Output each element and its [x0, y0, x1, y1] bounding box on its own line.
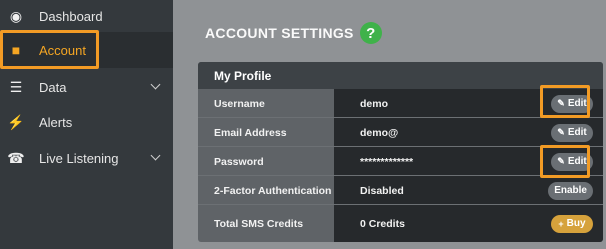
edit-email-button[interactable]: ✎ Edit	[551, 123, 593, 142]
sidebar-item-account[interactable]: ■ Account	[0, 32, 173, 68]
username-label: Username	[214, 97, 265, 110]
main-content: ACCOUNT SETTINGS ? My Profile Username d…	[173, 0, 606, 249]
bolt-icon: ⚡	[7, 113, 25, 130]
sidebar-item-label: Account	[39, 42, 86, 58]
email-row: Email Address demo@ ✎ Edit	[198, 118, 603, 147]
button-label: Edit	[567, 127, 587, 138]
button-label: Edit	[567, 98, 587, 109]
button-label: Edit	[567, 156, 587, 167]
phone-gear-icon: ☎	[7, 149, 25, 166]
page-title: ACCOUNT SETTINGS	[205, 25, 354, 41]
enable-two-factor-button[interactable]: Enable	[548, 181, 593, 200]
edit-username-button[interactable]: ✎ Edit	[551, 94, 593, 113]
help-icon[interactable]: ?	[359, 22, 382, 44]
sidebar-item-label: Live Listening	[39, 150, 119, 166]
title-row: ACCOUNT SETTINGS ?	[205, 22, 382, 44]
email-label: Email Address	[214, 126, 287, 139]
plus-icon: +	[558, 218, 564, 229]
password-row: Password ************* ✎ Edit	[198, 147, 603, 176]
sidebar-item-alerts[interactable]: ⚡ Alerts	[0, 104, 173, 140]
sidebar-item-live-listening[interactable]: ☎ Live Listening	[0, 140, 173, 176]
edit-icon: ✎	[557, 127, 565, 137]
chevron-down-icon	[150, 150, 161, 161]
chevron-down-icon	[150, 79, 161, 90]
sidebar-item-data[interactable]: ☰ Data	[0, 69, 173, 105]
password-label: Password	[214, 155, 264, 168]
profile-panel: My Profile Username demo ✎ Edit Email Add…	[198, 62, 603, 242]
button-label: Buy	[566, 218, 586, 229]
user-icon: ■	[11, 42, 21, 58]
sidebar-item-label: Data	[39, 79, 67, 95]
username-row: Username demo ✎ Edit	[198, 89, 603, 118]
buy-credits-button[interactable]: + Buy	[551, 214, 593, 233]
database-icon: ☰	[9, 78, 23, 95]
edit-icon: ✎	[557, 156, 565, 166]
two-factor-row: 2-Factor Authentication Disabled Enable	[198, 176, 603, 205]
dashboard-icon: ◉	[9, 7, 23, 24]
edit-icon: ✎	[557, 98, 565, 108]
sidebar: ◉ Dashboard ■ Account ☰ Data ⚡ Alerts ☎ …	[0, 0, 173, 249]
two-factor-label: 2-Factor Authentication	[214, 184, 332, 197]
sidebar-item-label: Alerts	[39, 114, 73, 130]
sidebar-item-label: Dashboard	[39, 8, 103, 24]
sms-credits-label: Total SMS Credits	[214, 217, 304, 230]
sidebar-item-dashboard[interactable]: ◉ Dashboard	[0, 0, 173, 34]
panel-header: My Profile	[198, 62, 603, 89]
edit-password-button[interactable]: ✎ Edit	[551, 152, 593, 171]
sms-credits-row: Total SMS Credits 0 Credits + Buy	[198, 205, 603, 242]
